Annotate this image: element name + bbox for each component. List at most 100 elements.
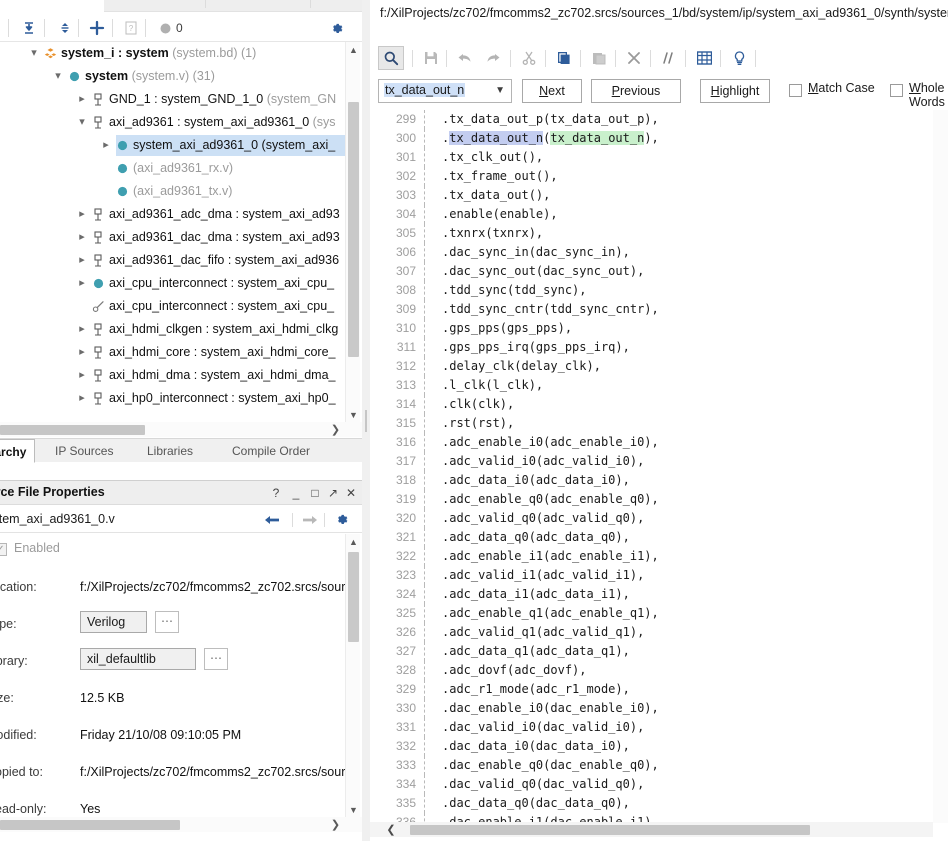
code-line[interactable]: 312 .delay_clk(delay_clk), — [370, 357, 933, 376]
code-line[interactable]: 310 .gps_pps(gps_pps), — [370, 319, 933, 338]
tree-item[interactable]: (axi_ad9361_tx.v) — [0, 180, 345, 203]
tree-expander-icon[interactable]: ▸ — [76, 318, 88, 341]
match-case-checkbox[interactable] — [789, 84, 802, 97]
float-button[interactable]: ↗ — [325, 485, 341, 501]
tree-expander-icon[interactable]: ▸ — [76, 226, 88, 249]
tree-item[interactable]: ▾ axi_ad9361 : system_axi_ad9361_0 (sys — [0, 111, 345, 134]
next-button[interactable]: Next — [522, 79, 582, 103]
comment-icon[interactable] — [656, 46, 682, 70]
properties-vscrollbar[interactable]: ▲ ▼ — [345, 534, 360, 817]
editor-vscrollbar[interactable] — [933, 110, 948, 823]
code-line[interactable]: 300 .tx_data_out_n(tx_data_out_n), — [370, 129, 933, 148]
tree-expander-icon[interactable]: ▸ — [76, 272, 88, 295]
tree-item[interactable]: ▸ system_axi_ad9361_0 (system_axi_ — [0, 134, 345, 157]
tree-item[interactable]: ▸ axi_ad9361_adc_dma : system_axi_ad93 — [0, 203, 345, 226]
code-line[interactable]: 335 .dac_data_q0(dac_data_q0), — [370, 794, 933, 813]
scroll-right-icon[interactable]: ❯ — [328, 422, 343, 437]
tree-item[interactable]: ▸ axi_ad9361_dac_dma : system_axi_ad93 — [0, 226, 345, 249]
code-line[interactable]: 307 .dac_sync_out(dac_sync_out), — [370, 262, 933, 281]
splitter-grip[interactable] — [365, 410, 367, 432]
tab-hierarchy[interactable]: Hierarchy — [0, 439, 36, 463]
expand-collapse-icon[interactable] — [54, 17, 76, 39]
tree-expander-icon[interactable]: ▸ — [76, 249, 88, 272]
maximize-button[interactable]: □ — [307, 485, 323, 501]
tree-item[interactable]: ▸ GND_1 : system_GND_1_0 (system_GN — [0, 88, 345, 111]
arrow-left-icon[interactable] — [262, 511, 282, 528]
search-input[interactable]: tx_data_out_n ▼ — [378, 79, 512, 103]
chevron-down-icon[interactable]: ▼ — [495, 85, 505, 96]
previous-button[interactable]: Previous — [591, 79, 681, 103]
pane-splitter[interactable] — [362, 0, 370, 841]
save-icon[interactable] — [418, 46, 444, 70]
plus-icon[interactable] — [86, 17, 108, 39]
code-line[interactable]: 306 .dac_sync_in(dac_sync_in), — [370, 243, 933, 262]
code-line[interactable]: 334 .dac_valid_q0(dac_valid_q0), — [370, 775, 933, 794]
tree-expander-icon[interactable]: ▸ — [76, 387, 88, 410]
close-icon[interactable] — [621, 46, 647, 70]
code-line[interactable]: 321 .adc_data_q0(adc_data_q0), — [370, 528, 933, 547]
code-line[interactable]: 301 .tx_clk_out(), — [370, 148, 933, 167]
tree-item[interactable]: ▸ axi_ad9361_dac_fifo : system_axi_ad936 — [0, 249, 345, 272]
highlight-button[interactable]: Highlight — [700, 79, 770, 103]
code-line[interactable]: 326 .adc_valid_q1(adc_valid_q1), — [370, 623, 933, 642]
tree-item[interactable]: axi_cpu_interconnect : system_axi_cpu_ — [0, 295, 345, 318]
tree-expander-icon[interactable]: ▸ — [76, 203, 88, 226]
code-line[interactable]: 325 .adc_enable_q1(adc_enable_q1), — [370, 604, 933, 623]
search-icon[interactable] — [378, 46, 404, 70]
bulb-icon[interactable] — [726, 46, 752, 70]
code-view[interactable]: 299 .tx_data_out_p(tx_data_out_p), 300 .tx_… — [370, 110, 933, 823]
code-line[interactable]: 304 .enable(enable), — [370, 205, 933, 224]
code-line[interactable]: 329 .adc_r1_mode(adc_r1_mode), — [370, 680, 933, 699]
scroll-left-icon[interactable]: ❮ — [384, 822, 398, 837]
tree-expander-icon[interactable]: ▾ — [28, 42, 40, 65]
code-line[interactable]: 320 .adc_valid_q0(adc_valid_q0), — [370, 509, 933, 528]
redo-icon[interactable] — [480, 46, 506, 70]
code-line[interactable]: 317 .adc_valid_i0(adc_valid_i0), — [370, 452, 933, 471]
tree-item[interactable]: ▾ system_i : system (system.bd) (1) — [0, 42, 345, 65]
code-line[interactable]: 330 .dac_enable_i0(dac_enable_i0), — [370, 699, 933, 718]
scroll-down-icon[interactable]: ▼ — [346, 407, 361, 422]
tree-item[interactable]: ▸ axi_hdmi_dma : system_axi_hdmi_dma_ — [0, 364, 345, 387]
gear-icon[interactable] — [325, 17, 347, 39]
whole-words-checkbox[interactable] — [890, 84, 903, 97]
design-hierarchy-tree[interactable]: ▾ system_i : system (system.bd) (1) ▾ syste… — [0, 42, 345, 422]
tree-vscrollbar[interactable]: ▲ ▼ — [345, 42, 360, 422]
code-line[interactable]: 314 .clk(clk), — [370, 395, 933, 414]
tree-expander-icon[interactable]: ▸ — [76, 341, 88, 364]
code-line[interactable]: 313 .l_clk(l_clk), — [370, 376, 933, 395]
undo-icon[interactable] — [452, 46, 478, 70]
property-value-field[interactable]: Verilog — [80, 611, 147, 633]
scroll-right-icon[interactable]: ❯ — [328, 817, 343, 832]
gear-icon[interactable] — [331, 511, 351, 528]
properties-hscrollbar[interactable]: ❯ — [0, 817, 362, 832]
code-line[interactable]: 319 .adc_enable_q0(adc_enable_q0), — [370, 490, 933, 509]
tree-item[interactable]: ▾ system (system.v) (31) — [0, 65, 345, 88]
code-line[interactable]: 332 .dac_data_i0(dac_data_i0), — [370, 737, 933, 756]
tree-hscroll-thumb[interactable] — [0, 425, 145, 435]
code-line[interactable]: 308 .tdd_sync(tdd_sync), — [370, 281, 933, 300]
tree-vscroll-thumb[interactable] — [348, 102, 359, 357]
collapse-all-icon[interactable] — [18, 17, 40, 39]
sources-tabbar[interactable]: Hierarchy IP Sources Libraries Compile Orde… — [0, 438, 362, 463]
code-line[interactable]: 328 .adc_dovf(adc_dovf), — [370, 661, 933, 680]
enabled-row[interactable]: ✓ Enabled — [0, 534, 347, 570]
tree-item[interactable]: (axi_ad9361_rx.v) — [0, 157, 345, 180]
document-icon[interactable]: ? — [120, 17, 142, 39]
code-line[interactable]: 322 .adc_enable_i1(adc_enable_i1), — [370, 547, 933, 566]
enabled-checkbox[interactable]: ✓ — [0, 543, 7, 556]
tab-compile-order[interactable]: Compile Order — [224, 439, 318, 463]
cut-icon[interactable] — [516, 46, 542, 70]
tree-item[interactable]: ▸ axi_hdmi_core : system_axi_hdmi_core_ — [0, 341, 345, 364]
scroll-up-icon[interactable]: ▲ — [346, 42, 361, 57]
editor-hscroll-thumb[interactable] — [410, 825, 810, 835]
code-line[interactable]: 302 .tx_frame_out(), — [370, 167, 933, 186]
tree-expander-icon[interactable]: ▸ — [76, 364, 88, 387]
code-line[interactable]: 303 .tx_data_out(), — [370, 186, 933, 205]
tree-item[interactable]: ▸ axi_hp0_interconnect : system_axi_hp0_ — [0, 387, 345, 410]
copy-icon[interactable] — [551, 46, 577, 70]
code-line[interactable]: 316 .adc_enable_i0(adc_enable_i0), — [370, 433, 933, 452]
code-line[interactable]: 331 .dac_valid_i0(dac_valid_i0), — [370, 718, 933, 737]
help-button[interactable]: ? — [268, 485, 284, 501]
code-line[interactable]: 333 .dac_enable_q0(dac_enable_q0), — [370, 756, 933, 775]
tree-expander-icon[interactable]: ▾ — [76, 111, 88, 134]
